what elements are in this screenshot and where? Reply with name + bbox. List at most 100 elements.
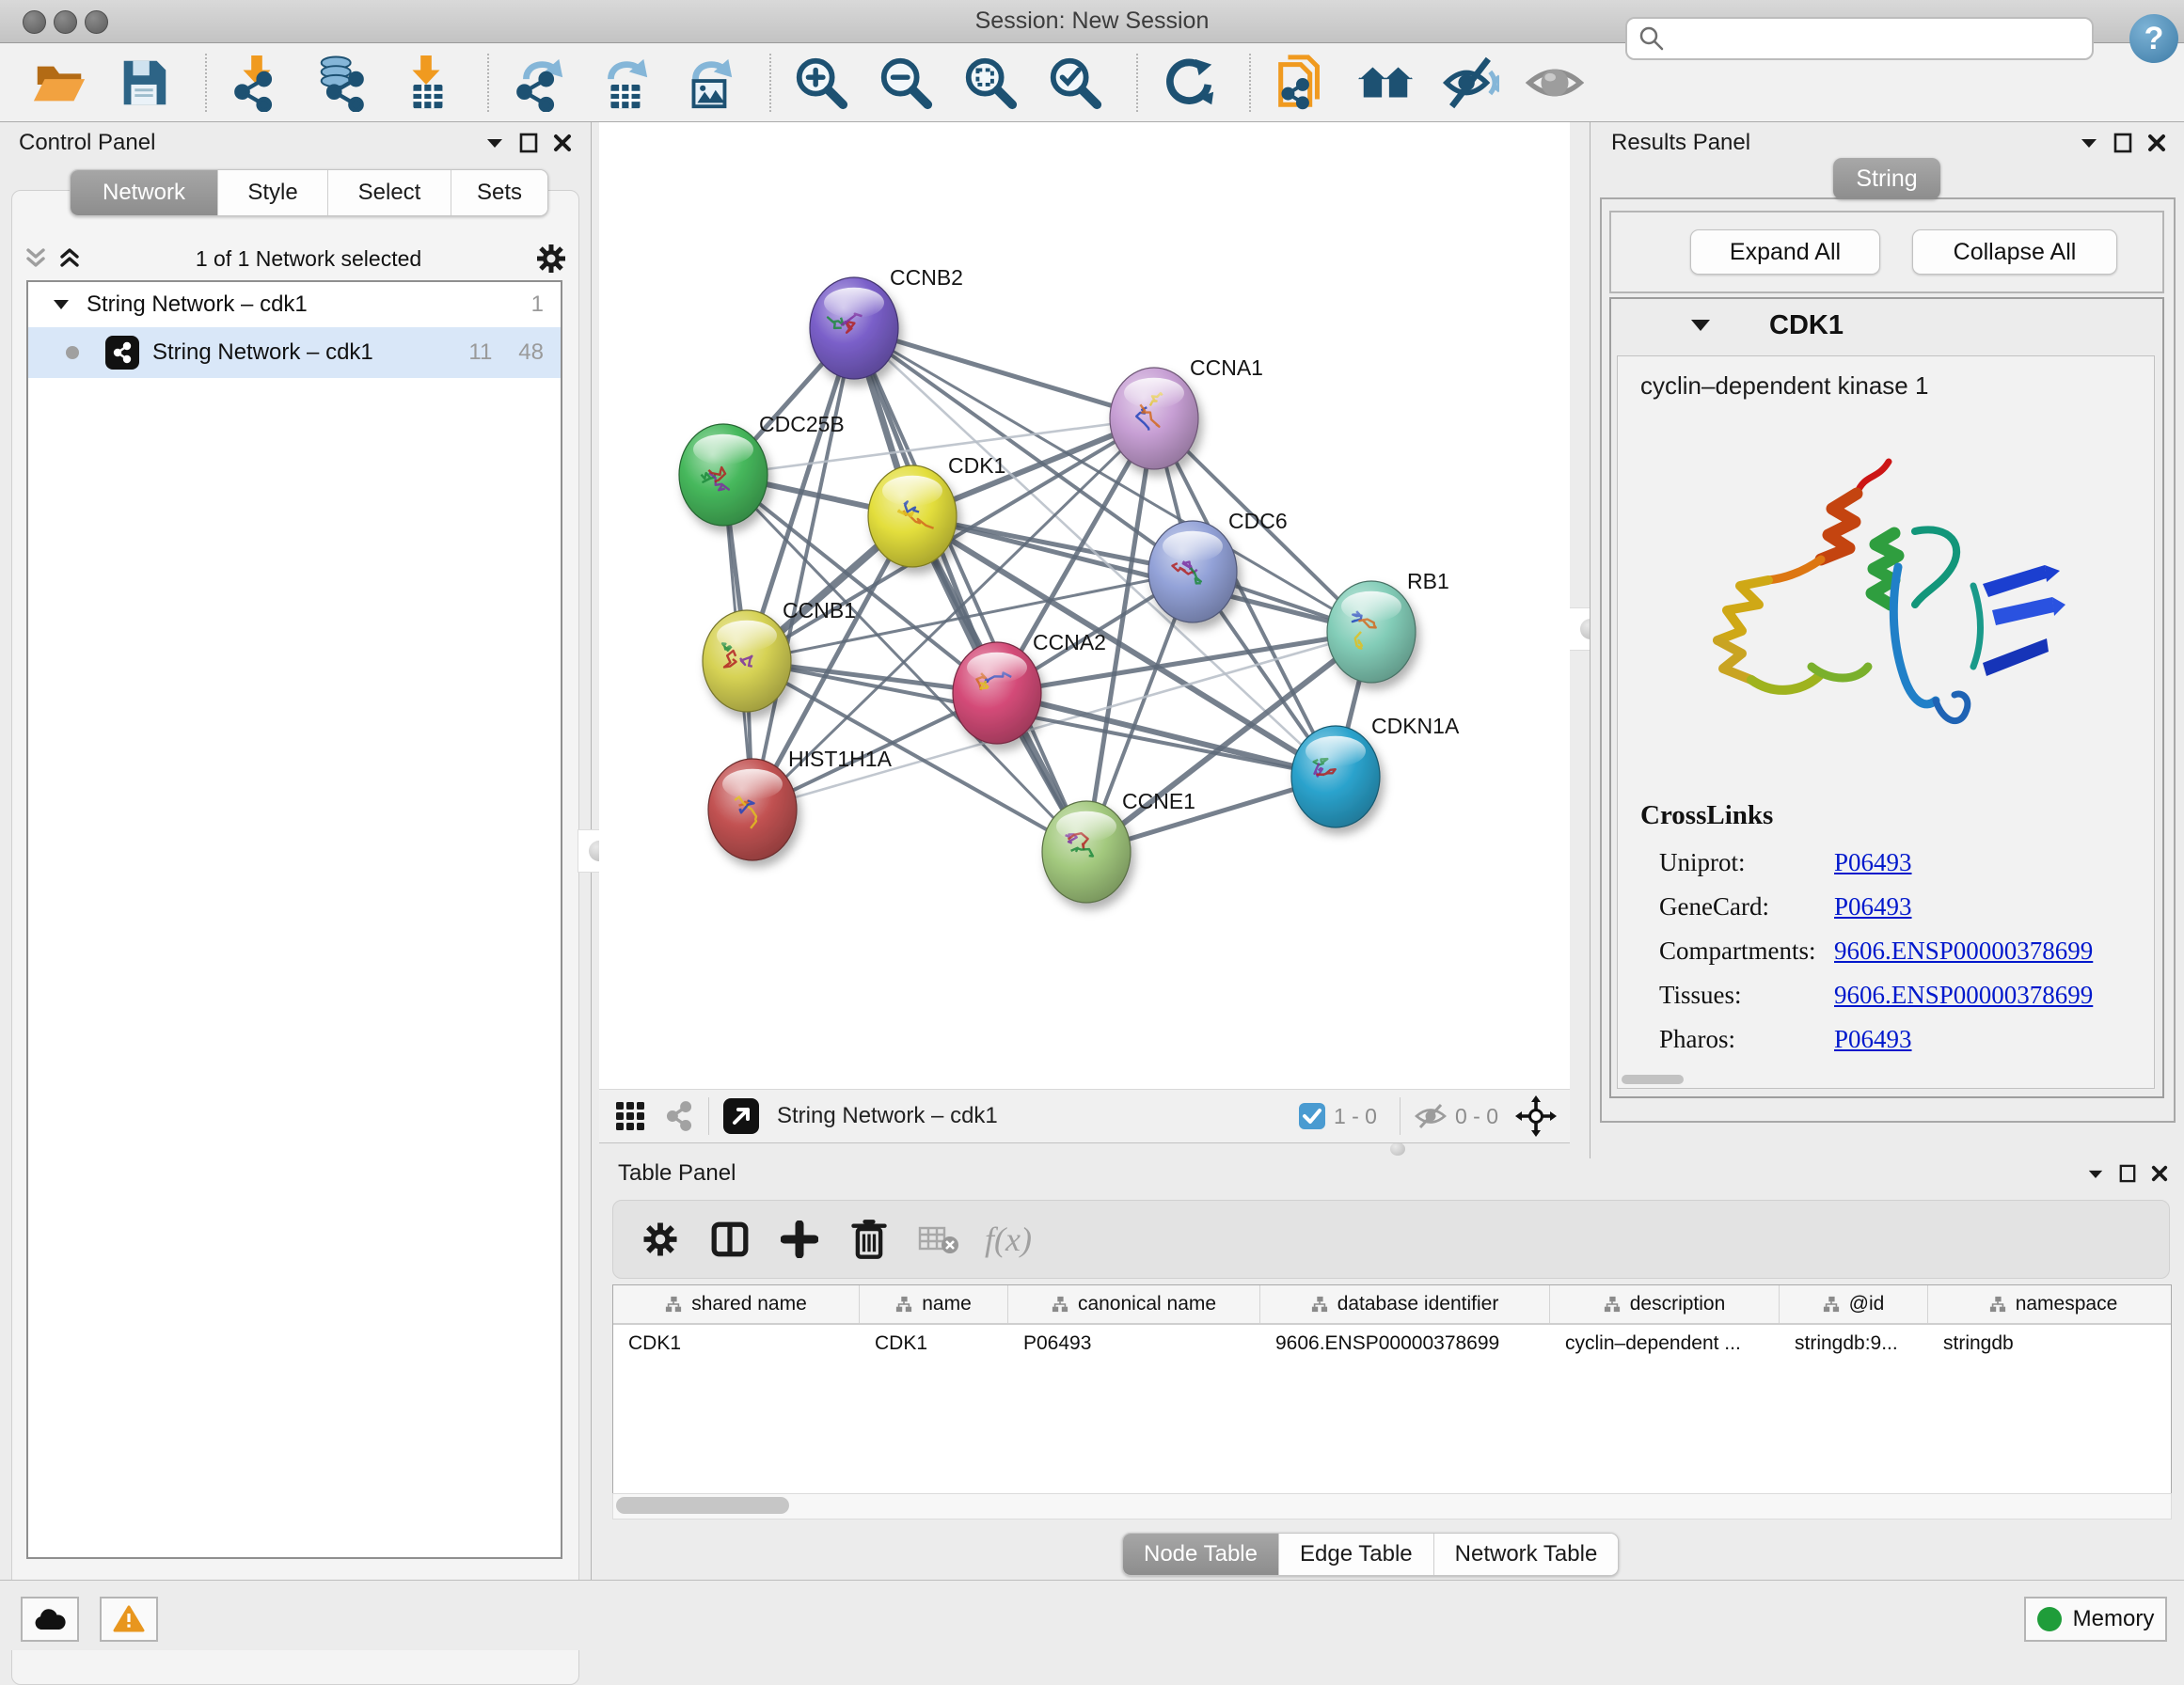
grid-view-icon[interactable] [614,1100,646,1132]
panel-menu-icon[interactable] [485,136,504,150]
network-node-ccnb1[interactable] [703,610,791,712]
open-session-icon[interactable] [28,52,90,114]
tissues-link[interactable]: 9606.ENSP00000378699 [1834,981,2093,1010]
selected-checkbox-icon[interactable] [1298,1102,1326,1130]
network-node-ccnb2[interactable] [810,277,898,379]
panel-float-icon[interactable] [519,133,538,153]
export-network-icon[interactable] [508,52,570,114]
help-button[interactable]: ? [2129,14,2178,63]
column-header[interactable]: @id [1780,1285,1928,1323]
cell-database-identifier[interactable]: 9606.ENSP00000378699 [1260,1325,1550,1362]
zoom-in-icon[interactable] [790,52,852,114]
cell-description[interactable]: cyclin–dependent ... [1550,1325,1780,1362]
string-import-icon[interactable] [1270,52,1332,114]
export-image-icon[interactable] [677,52,739,114]
birds-eye-view-icon[interactable] [722,1097,760,1135]
network-node-hist1h1a[interactable] [708,759,797,860]
tree-expand-icon[interactable] [53,298,70,311]
search-input[interactable] [1674,25,2092,52]
share-view-icon[interactable] [663,1100,695,1132]
add-column-icon[interactable] [773,1213,826,1266]
tab-style[interactable]: Style [218,170,328,215]
network-canvas[interactable]: CCNB2CCNA1CDC25BCDK1CDC6RB1CCNB1CCNA2CDK… [599,122,1570,1089]
export-table-icon[interactable] [593,52,655,114]
preview-eye-icon[interactable] [1524,52,1586,114]
uniprot-link[interactable]: P06493 [1834,848,1912,877]
node-result-header[interactable]: CDK1 [1611,299,2162,352]
import-network-from-database-icon[interactable] [310,52,372,114]
string-network-graph[interactable]: CCNB2CCNA1CDC25BCDK1CDC6RB1CCNB1CCNA2CDK… [599,122,1570,1089]
panel-float-icon[interactable] [2113,133,2132,153]
cell-name[interactable]: CDK1 [860,1325,1008,1362]
search-box[interactable] [1625,17,2094,60]
cell-shared-name[interactable]: CDK1 [613,1325,860,1362]
panel-menu-icon[interactable] [2080,136,2098,150]
table-hscrollbar[interactable] [612,1493,2172,1520]
tab-select[interactable]: Select [328,170,451,215]
column-header[interactable]: namespace [1928,1285,2172,1323]
import-table-icon[interactable] [395,52,457,114]
show-hide-panels-icon[interactable] [1439,52,1501,114]
zoom-selected-icon[interactable] [1044,52,1106,114]
control-panel-tabs: Network Style Select Sets [70,169,548,216]
pharos-link[interactable]: P06493 [1834,1025,1912,1054]
network-node-rb1[interactable] [1327,581,1416,683]
cell-namespace[interactable]: stringdb [1928,1325,2172,1362]
delete-column-icon[interactable] [843,1213,895,1266]
warning-status-button[interactable] [100,1597,158,1642]
table-options-gear-icon[interactable] [634,1213,687,1266]
column-header[interactable]: description [1550,1285,1780,1323]
column-header[interactable]: name [860,1285,1008,1323]
cloud-status-button[interactable] [21,1597,79,1642]
tab-node-table[interactable]: Node Table [1123,1534,1279,1575]
tab-network-table[interactable]: Network Table [1434,1534,1619,1575]
import-network-from-file-icon[interactable] [226,52,288,114]
results-hscroll-thumb[interactable] [1622,1075,1684,1084]
network-node-cdc6[interactable] [1148,521,1237,622]
column-header[interactable]: canonical name [1008,1285,1260,1323]
panel-menu-icon[interactable] [2087,1168,2104,1180]
memory-button[interactable]: Memory [2024,1597,2167,1642]
node-table[interactable]: shared name name canonical name database… [612,1284,2172,1495]
tab-sets[interactable]: Sets [451,170,547,215]
network-node-cdc25b[interactable] [679,424,768,526]
expand-all-icon[interactable] [56,244,83,273]
refresh-icon[interactable] [1157,52,1219,114]
panel-float-icon[interactable] [2119,1164,2136,1183]
bottom-splitter-handle[interactable] [1381,1142,1415,1157]
network-collection-row[interactable]: String Network – cdk1 1 [28,282,561,327]
panel-close-icon[interactable] [2151,1165,2168,1182]
table-hscroll-thumb[interactable] [616,1497,789,1514]
network-node-cdk1[interactable] [868,465,957,567]
tab-network[interactable]: Network [71,170,218,215]
compartments-link[interactable]: 9606.ENSP00000378699 [1834,937,2093,966]
network-view-toolbar: String Network – cdk1 1 - 0 0 - 0 [599,1089,1570,1143]
network-node-ccna1[interactable] [1110,368,1198,469]
network-node-cdkn1a[interactable] [1291,726,1380,827]
zoom-out-icon[interactable] [875,52,937,114]
panel-close-icon[interactable] [553,134,572,152]
hidden-eye-icon[interactable] [1414,1102,1448,1130]
genecard-link[interactable]: P06493 [1834,892,1912,921]
network-node-ccna2[interactable] [953,642,1041,744]
collapse-all-icon[interactable] [23,244,49,273]
home-icon[interactable] [1354,52,1416,114]
cell-canonical-name[interactable]: P06493 [1008,1325,1260,1362]
panel-close-icon[interactable] [2147,134,2166,152]
network-options-gear-icon[interactable] [534,242,568,276]
table-row[interactable]: CDK1 CDK1 P06493 9606.ENSP00000378699 cy… [613,1325,2171,1362]
network-row-selected[interactable]: String Network – cdk1 11 48 [28,327,561,378]
save-session-icon[interactable] [113,52,175,114]
section-collapse-icon[interactable] [1690,318,1711,333]
tab-string[interactable]: String [1833,158,1940,199]
cell-id[interactable]: stringdb:9... [1780,1325,1928,1362]
show-columns-icon[interactable] [704,1213,756,1266]
fit-content-crosshair-icon[interactable] [1515,1095,1557,1137]
collapse-all-button[interactable]: Collapse All [1912,229,2117,275]
column-header[interactable]: database identifier [1260,1285,1550,1323]
expand-all-button[interactable]: Expand All [1690,229,1880,275]
zoom-fit-icon[interactable] [959,52,1021,114]
tab-edge-table[interactable]: Edge Table [1279,1534,1434,1575]
column-header[interactable]: shared name [613,1285,860,1323]
network-node-ccne1[interactable] [1042,801,1131,903]
